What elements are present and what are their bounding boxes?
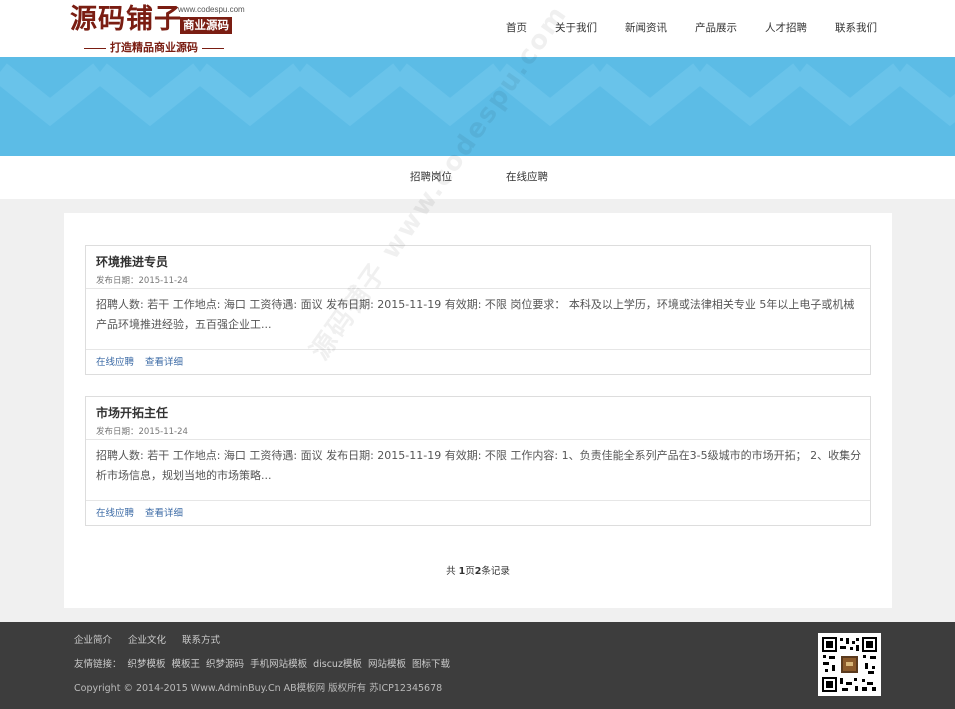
job-title[interactable]: 环境推进专员 <box>96 253 168 270</box>
friend-link[interactable]: 织梦源码 <box>206 656 244 670</box>
friend-link[interactable]: 织梦模板 <box>128 656 166 670</box>
job-description: 招聘人数: 若干 工作地点: 海口 工资待遇: 面议 发布日期: 2015-11… <box>96 298 855 331</box>
pagination-info: 共 1页2条记录 <box>446 566 510 577</box>
subnav-positions[interactable]: 招聘岗位 <box>410 156 452 199</box>
nav-jobs[interactable]: 人才招聘 <box>751 0 821 57</box>
logo-slogan: 打造精品商业源码 <box>80 39 228 55</box>
job-card: 市场开拓主任 发布日期：2015-11-24 招聘人数: 若干 工作地点: 海口… <box>85 396 871 526</box>
job-list-panel: 环境推进专员 发布日期：2015-11-24 招聘人数: 若干 工作地点: 海口… <box>64 213 892 608</box>
friend-link[interactable]: 模板王 <box>172 656 201 670</box>
job-date: 发布日期：2015-11-24 <box>96 276 188 286</box>
divider <box>86 349 870 350</box>
apply-online-link[interactable]: 在线应聘 <box>96 508 134 519</box>
logo-url: www.codespu.com <box>178 5 245 14</box>
friend-link[interactable]: 网站模板 <box>368 656 406 670</box>
divider <box>86 288 870 289</box>
friend-link[interactable]: 图标下载 <box>412 656 450 670</box>
footer-link-intro[interactable]: 企业简介 <box>74 632 112 646</box>
job-card: 环境推进专员 发布日期：2015-11-24 招聘人数: 若干 工作地点: 海口… <box>85 245 871 375</box>
qr-code-icon <box>818 633 881 696</box>
job-title[interactable]: 市场开拓主任 <box>96 404 168 421</box>
nav-home[interactable]: 首页 <box>492 0 541 57</box>
nav-products[interactable]: 产品展示 <box>681 0 751 57</box>
copyright: Copyright © 2014-2015 Www.AdminBuy.Cn AB… <box>74 683 443 694</box>
site-header: 源码铺子 www.codespu.com 商业源码 打造精品商业源码 首页 关于… <box>0 0 955 57</box>
footer-nav: 企业简介 企业文化 联系方式 <box>74 632 236 646</box>
view-details-link[interactable]: 查看详细 <box>145 357 183 368</box>
nav-contact[interactable]: 联系我们 <box>821 0 891 57</box>
friend-links: 友情链接： 织梦模板 模板王 织梦源码 手机网站模板 discuz模板 网站模板… <box>74 656 456 670</box>
nav-news[interactable]: 新闻资讯 <box>611 0 681 57</box>
logo-text: 源码铺子 <box>70 4 182 35</box>
logo-badge: 商业源码 <box>180 17 232 34</box>
subnav-apply[interactable]: 在线应聘 <box>506 156 548 199</box>
nav-about[interactable]: 关于我们 <box>541 0 611 57</box>
divider <box>86 439 870 440</box>
job-actions: 在线应聘 查看详细 <box>96 354 191 368</box>
banner <box>0 57 955 156</box>
main-nav: 首页 关于我们 新闻资讯 产品展示 人才招聘 联系我们 <box>492 0 891 57</box>
friend-link[interactable]: discuz模板 <box>313 656 362 670</box>
sub-nav: 招聘岗位 在线应聘 <box>0 156 955 199</box>
site-logo[interactable]: 源码铺子 www.codespu.com 商业源码 打造精品商业源码 <box>70 4 245 54</box>
footer-link-contact[interactable]: 联系方式 <box>182 632 220 646</box>
job-actions: 在线应聘 查看详细 <box>96 505 191 519</box>
footer-link-culture[interactable]: 企业文化 <box>128 632 166 646</box>
friend-link[interactable]: 手机网站模板 <box>250 656 307 670</box>
site-footer: 企业简介 企业文化 联系方式 友情链接： 织梦模板 模板王 织梦源码 手机网站模… <box>0 622 955 709</box>
job-description: 招聘人数: 若干 工作地点: 海口 工资待遇: 面议 发布日期: 2015-11… <box>96 449 862 482</box>
apply-online-link[interactable]: 在线应聘 <box>96 357 134 368</box>
friend-links-label: 友情链接： <box>74 659 122 670</box>
qr-code-graphic <box>821 636 878 693</box>
divider <box>86 500 870 501</box>
view-details-link[interactable]: 查看详细 <box>145 508 183 519</box>
job-date: 发布日期：2015-11-24 <box>96 427 188 437</box>
banner-pattern <box>0 57 955 156</box>
